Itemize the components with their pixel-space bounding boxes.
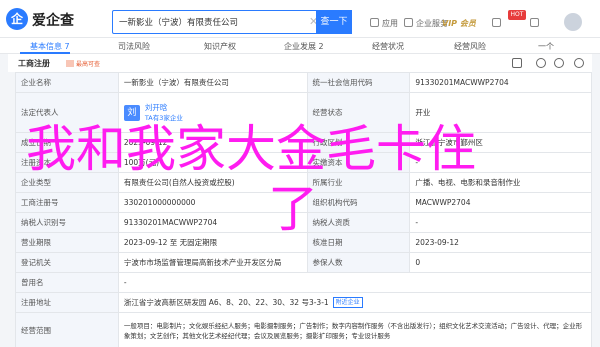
- table-row: 登记机关 宁波市市场监督管理局高新技术产业开发区分局 参保人数 0: [16, 253, 592, 273]
- label-approval-date: 核准日期: [307, 233, 411, 252]
- value-approval-date: 2023-09-12: [410, 233, 592, 252]
- brand-name[interactable]: 爱企查: [32, 10, 74, 30]
- tab-ip[interactable]: 知识产权: [204, 41, 236, 52]
- user-avatar[interactable]: [564, 13, 582, 31]
- label-authority: 登记机关: [16, 253, 119, 272]
- prev-icon[interactable]: [536, 58, 546, 68]
- label-tax-qual: 纳税人资质: [307, 213, 411, 232]
- value-address: 浙江省宁波高新区研发园 A6、8、20、22、30、32 号3-3-1 附近企业: [119, 293, 592, 312]
- nav-icon-2[interactable]: [530, 18, 542, 28]
- table-row: 曾用名 -: [16, 273, 592, 293]
- label-insured: 参保人数: [307, 253, 411, 272]
- label-tax-id: 纳税人识别号: [16, 213, 119, 232]
- nav-apps-label: 应用: [382, 19, 398, 28]
- address-text: 浙江省宁波高新区研发园 A6、8、20、22、30、32 号3-3-1: [123, 298, 329, 307]
- label-scope: 经营范围: [16, 313, 119, 347]
- section-header: 工商注册 最高可查: [8, 54, 592, 72]
- message-icon: [492, 18, 501, 27]
- overlay-caption-line2: 了: [268, 180, 318, 238]
- value-tax-qual: -: [410, 213, 592, 232]
- bell-icon: [530, 18, 539, 27]
- apps-icon: [370, 18, 379, 27]
- table-row: 企业名称 一新影业（宁波）有限责任公司 统一社会信用代码 91330201MAC…: [16, 73, 592, 93]
- label-credit-code: 统一社会信用代码: [307, 73, 411, 92]
- search-value: 一新影业（宁波）有限责任公司: [119, 18, 239, 28]
- value-org-code: MACWWP2704: [410, 193, 592, 212]
- search-button[interactable]: 查一下: [316, 10, 352, 34]
- top-bar: 企 爱企查 一新影业（宁波）有限责任公司 ✕ 查一下 应用 企业服务 VIP 会…: [0, 0, 600, 38]
- value-scope: 一般项目：电影制片；文化娱乐经纪人服务；电影摄制服务；广告制作；数字内容制作服务…: [119, 313, 592, 347]
- label-company-name: 企业名称: [16, 73, 119, 92]
- section-badge-label: 最高可查: [76, 61, 101, 68]
- section-title: 工商注册: [18, 59, 50, 68]
- tab-bar: 基本信息 7 司法风险 知识产权 企业发展 2 经营状况 经营风险 一个: [0, 38, 600, 54]
- value-insured: 0: [410, 253, 592, 272]
- tab-operation-risk[interactable]: 经营风险: [454, 41, 486, 52]
- table-row: 经营范围 一般项目：电影制片；文化娱乐经纪人服务；电影摄制服务；广告制作；数字内…: [16, 313, 592, 347]
- overlay-caption-line1: 我和我家大金毛卡住: [26, 120, 476, 178]
- badge-icon: [66, 60, 74, 67]
- rep-name-link[interactable]: 刘开晗: [145, 103, 183, 113]
- table-row: 注册地址 浙江省宁波高新区研发园 A6、8、20、22、30、32 号3-3-1…: [16, 293, 592, 313]
- tab-development[interactable]: 企业发展 2: [284, 41, 324, 52]
- value-company-name: 一新影业（宁波）有限责任公司: [119, 73, 308, 92]
- nav-icon-1[interactable]: [492, 18, 504, 28]
- next-icon[interactable]: [554, 58, 564, 68]
- label-term: 营业期限: [16, 233, 119, 252]
- vip-link[interactable]: VIP 会员: [442, 18, 476, 29]
- label-former-name: 曾用名: [16, 273, 119, 292]
- value-credit-code: 91330201MACWWP2704: [410, 73, 592, 92]
- value-authority: 宁波市市场监督管理局高新技术产业开发区分局: [119, 253, 308, 272]
- tab-more[interactable]: 一个: [538, 41, 554, 52]
- value-former-name: -: [119, 273, 592, 292]
- tab-basic-info[interactable]: 基本信息 7: [30, 41, 70, 52]
- label-reg-no: 工商注册号: [16, 193, 119, 212]
- nearby-companies-button[interactable]: 附近企业: [332, 297, 363, 308]
- label-address: 注册地址: [16, 293, 119, 312]
- logo-icon[interactable]: 企: [6, 8, 28, 30]
- section-badge: 最高可查: [66, 59, 100, 68]
- filter-icon[interactable]: [512, 58, 522, 68]
- tab-legal-risk[interactable]: 司法风险: [118, 41, 150, 52]
- share-icon[interactable]: [574, 58, 584, 68]
- hot-badge: HOT: [508, 10, 526, 20]
- tab-operation[interactable]: 经营状况: [372, 41, 404, 52]
- service-icon: [404, 18, 413, 27]
- nav-apps[interactable]: 应用: [370, 18, 398, 29]
- label-org-code: 组织机构代码: [307, 193, 411, 212]
